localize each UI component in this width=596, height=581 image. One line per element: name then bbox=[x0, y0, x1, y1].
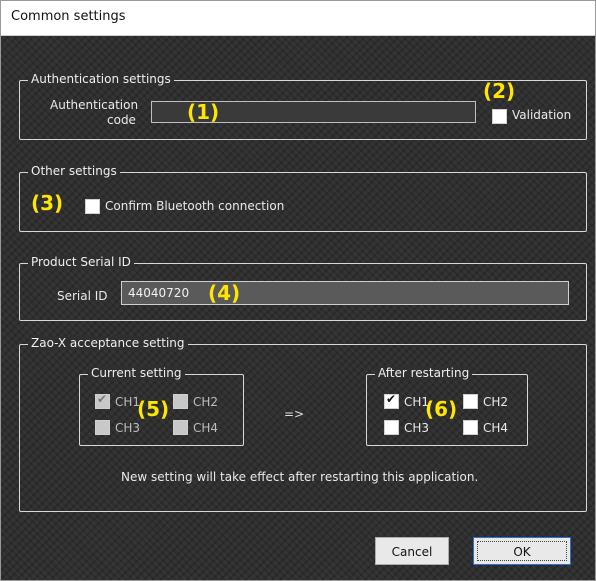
annotation-4: (4) bbox=[208, 281, 241, 305]
restart-note: New setting will take effect after resta… bbox=[121, 470, 479, 484]
other-settings-legend: Other settings bbox=[28, 164, 120, 178]
cancel-button[interactable]: Cancel bbox=[375, 537, 449, 565]
after-ch2-checkbox[interactable] bbox=[463, 394, 478, 409]
after-ch3-checkbox[interactable] bbox=[384, 420, 399, 435]
annotation-2: (2) bbox=[483, 79, 516, 103]
current-ch4-checkbox bbox=[173, 420, 188, 435]
after-ch2-label: CH2 bbox=[483, 395, 509, 409]
validation-checkbox[interactable] bbox=[492, 109, 507, 124]
authentication-code-label-line2: code bbox=[107, 113, 136, 127]
annotation-1: (1) bbox=[187, 100, 220, 124]
current-ch3-checkbox bbox=[95, 420, 110, 435]
product-serial-id-legend: Product Serial ID bbox=[28, 255, 134, 269]
validation-label: Validation bbox=[512, 108, 572, 122]
after-restarting-legend: After restarting bbox=[375, 366, 473, 380]
title-bar[interactable]: Common settings bbox=[1, 1, 595, 36]
authentication-settings-legend: Authentication settings bbox=[28, 72, 174, 86]
after-ch3-label: CH3 bbox=[404, 421, 430, 435]
confirm-bluetooth-label: Confirm Bluetooth connection bbox=[105, 199, 285, 213]
authentication-code-label-line1: Authentication bbox=[50, 98, 139, 112]
current-ch4-label: CH4 bbox=[193, 421, 219, 435]
annotation-5: (5) bbox=[137, 397, 170, 421]
serial-id-label: Serial ID bbox=[57, 289, 108, 303]
current-setting-legend: Current setting bbox=[88, 366, 185, 380]
current-ch1-checkbox: ✔ bbox=[95, 392, 110, 409]
annotation-3: (3) bbox=[31, 191, 64, 215]
window-title: Common settings bbox=[11, 9, 126, 24]
after-ch1-checkbox[interactable]: ✔ bbox=[384, 392, 399, 409]
check-mark-icon: ✔ bbox=[386, 392, 397, 406]
annotation-6: (6) bbox=[425, 397, 458, 421]
focus-ring bbox=[477, 541, 567, 561]
after-ch4-checkbox[interactable] bbox=[463, 420, 478, 435]
current-ch2-checkbox bbox=[173, 394, 188, 409]
current-ch2-label: CH2 bbox=[193, 395, 219, 409]
zao-x-acceptance-legend: Zao-X acceptance setting bbox=[28, 336, 188, 350]
common-settings-dialog: Common settings Authentication settings … bbox=[0, 0, 596, 581]
after-ch4-label: CH4 bbox=[483, 421, 509, 435]
arrow-indicator: => bbox=[284, 407, 305, 421]
ok-button[interactable]: OK bbox=[473, 537, 571, 565]
check-mark-icon: ✔ bbox=[97, 392, 108, 406]
dialog-body: Authentication settings Authentication c… bbox=[1, 36, 595, 580]
current-ch3-label: CH3 bbox=[115, 421, 141, 435]
confirm-bluetooth-checkbox[interactable] bbox=[85, 199, 100, 214]
serial-id-field[interactable]: 44040720 bbox=[121, 281, 569, 305]
